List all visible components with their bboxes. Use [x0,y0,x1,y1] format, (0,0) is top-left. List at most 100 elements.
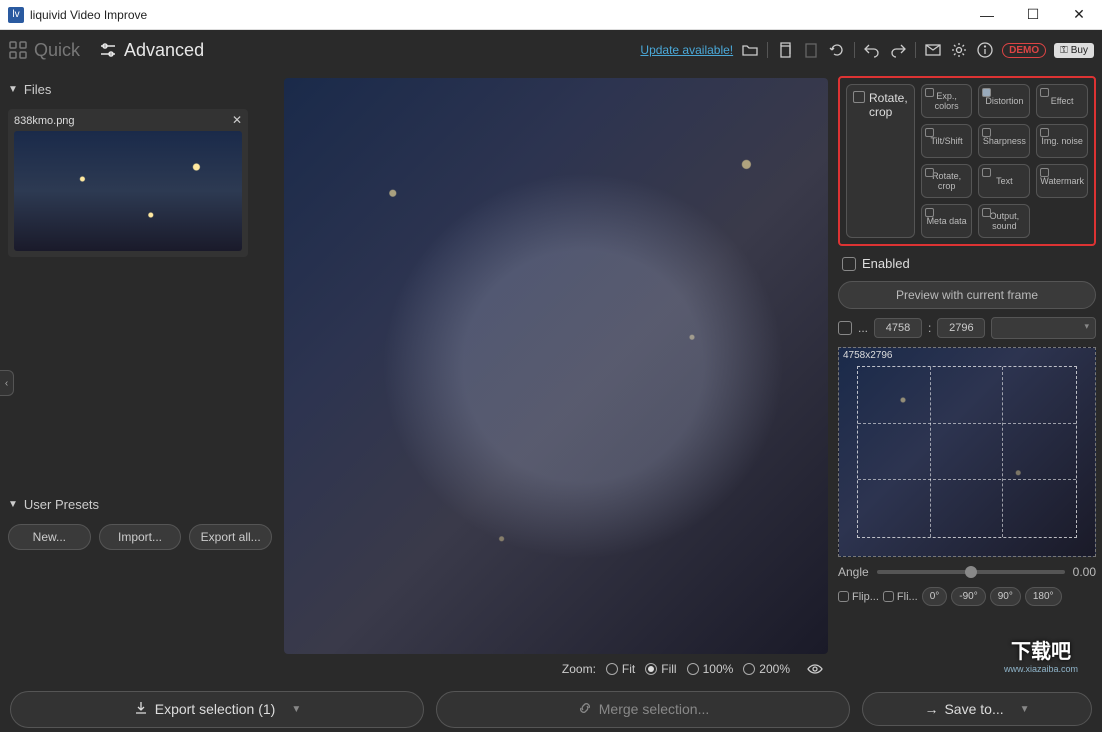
files-header[interactable]: ▼ Files [8,78,272,101]
aspect-lock-checkbox[interactable] [838,321,852,335]
dim-separator: : [928,321,931,335]
crop-dimensions-label: 4758x2796 [843,350,893,361]
module-exp-colors[interactable]: Exp., colors [921,84,973,118]
rotate-0-button[interactable]: 0° [922,587,948,606]
presets-header-label: User Presets [24,497,99,512]
zoom-controls: Zoom: Fit Fill 100% 200% [284,654,828,678]
chevron-down-icon: ▼ [8,499,18,510]
merge-label: Merge selection... [599,701,710,717]
paste-icon[interactable] [802,41,820,59]
aspect-dropdown[interactable] [991,317,1096,339]
file-name: 838kmo.png [14,115,242,127]
dimensions-row: ... 4758 : 2796 [838,317,1096,339]
preset-import-button[interactable]: Import... [99,524,182,550]
file-card[interactable]: 838kmo.png ✕ ≡ [8,109,248,257]
minimize-button[interactable]: — [964,0,1010,30]
module-grid: Rotate, crop Exp., colors Distortion Eff… [838,76,1096,246]
zoom-fill-option[interactable]: Fill [645,662,676,676]
angle-value: 0.00 [1073,565,1096,579]
top-toolbar: Quick Advanced Update available! DEMO ⚿ … [0,30,1102,70]
module-tilt-shift[interactable]: Tilt/Shift [921,124,973,158]
width-input[interactable]: 4758 [874,318,922,338]
key-icon: ⚿ [1060,45,1068,56]
enabled-toggle[interactable]: Enabled [838,254,1096,273]
maximize-button[interactable]: ☐ [1010,0,1056,30]
files-header-label: Files [24,82,51,97]
demo-badge: DEMO [1002,43,1046,58]
ellipsis-label: ... [858,321,868,335]
zoom-200-option[interactable]: 200% [743,662,790,676]
zoom-100-option[interactable]: 100% [687,662,734,676]
file-thumbnail [14,131,242,251]
angle-slider[interactable] [877,570,1065,574]
undo-icon[interactable] [863,41,881,59]
center-panel: Zoom: Fit Fill 100% 200% [280,70,832,686]
flip-h-toggle[interactable]: Flip... [838,591,879,603]
window-title: liquivid Video Improve [30,8,147,22]
preview-frame-button[interactable]: Preview with current frame [838,281,1096,309]
chevron-down-icon: ▼ [291,704,301,715]
update-available-link[interactable]: Update available! [640,43,733,57]
grid-icon [8,40,28,60]
close-button[interactable]: ✕ [1056,0,1102,30]
bottom-bar: Export selection (1) ▼ Merge selection..… [0,686,1102,732]
module-img-noise[interactable]: Img. noise [1036,124,1088,158]
mode-quick-tab[interactable]: Quick [8,40,80,61]
mail-icon[interactable] [924,41,942,59]
preset-export-button[interactable]: Export all... [189,524,272,550]
export-icon [133,700,149,719]
module-sharpness[interactable]: Sharpness [978,124,1030,158]
export-selection-button[interactable]: Export selection (1) ▼ [10,691,424,728]
checkbox-icon [842,257,856,271]
crop-preview[interactable]: 4758x2796 [838,347,1096,557]
zoom-label: Zoom: [562,662,596,676]
redo-icon[interactable] [889,41,907,59]
gear-icon[interactable] [950,41,968,59]
link-icon [577,700,593,719]
merge-selection-button[interactable]: Merge selection... [436,691,850,728]
module-rotate-crop[interactable]: Rotate, crop [921,164,973,198]
left-panel: ▼ Files 838kmo.png ✕ ≡ ▼ User Presets Ne… [0,70,280,686]
titlebar: lv liquivid Video Improve — ☐ ✕ [0,0,1102,30]
rotate-minus90-button[interactable]: -90° [951,587,985,606]
module-main-label: Rotate, crop [869,91,908,119]
zoom-fit-option[interactable]: Fit [606,662,635,676]
module-watermark[interactable]: Watermark [1036,164,1088,198]
export-label: Export selection (1) [155,701,276,717]
module-main-rotate-crop[interactable]: Rotate, crop [846,84,915,238]
module-effect[interactable]: Effect [1036,84,1088,118]
angle-label: Angle [838,565,869,579]
eye-icon[interactable] [806,660,824,678]
flip-row: Flip... Fli... 0° -90° 90° 180° [838,587,1096,606]
copy-icon[interactable] [776,41,794,59]
module-meta-data[interactable]: Meta data [921,204,973,238]
save-label: Save to... [944,701,1003,717]
chevron-down-icon: ▼ [1020,704,1030,715]
sliders-icon [98,40,118,60]
chevron-down-icon: ▼ [8,84,18,95]
file-remove-icon[interactable]: ✕ [232,113,242,127]
height-input[interactable]: 2796 [937,318,985,338]
mode-advanced-tab[interactable]: Advanced [98,40,204,61]
buy-label: Buy [1071,45,1088,56]
reset-icon[interactable] [828,41,846,59]
save-to-button[interactable]: → Save to... ▼ [862,692,1092,726]
mode-quick-label: Quick [34,40,80,61]
rotate-180-button[interactable]: 180° [1025,587,1062,606]
presets-header[interactable]: ▼ User Presets [8,493,272,516]
rotate-90-button[interactable]: 90° [990,587,1021,606]
right-panel: Rotate, crop Exp., colors Distortion Eff… [832,70,1102,686]
module-distortion[interactable]: Distortion [978,84,1030,118]
flip-v-toggle[interactable]: Fli... [883,591,918,603]
buy-button[interactable]: ⚿ Buy [1054,43,1094,58]
enabled-label: Enabled [862,256,910,271]
open-folder-icon[interactable] [741,41,759,59]
info-icon[interactable] [976,41,994,59]
preset-new-button[interactable]: New... [8,524,91,550]
main-preview[interactable] [284,78,828,654]
mode-advanced-label: Advanced [124,40,204,61]
left-edge-tab[interactable]: ‹ [0,370,14,396]
app-icon: lv [8,7,24,23]
module-output-sound[interactable]: Output, sound [978,204,1030,238]
module-text[interactable]: Text [978,164,1030,198]
